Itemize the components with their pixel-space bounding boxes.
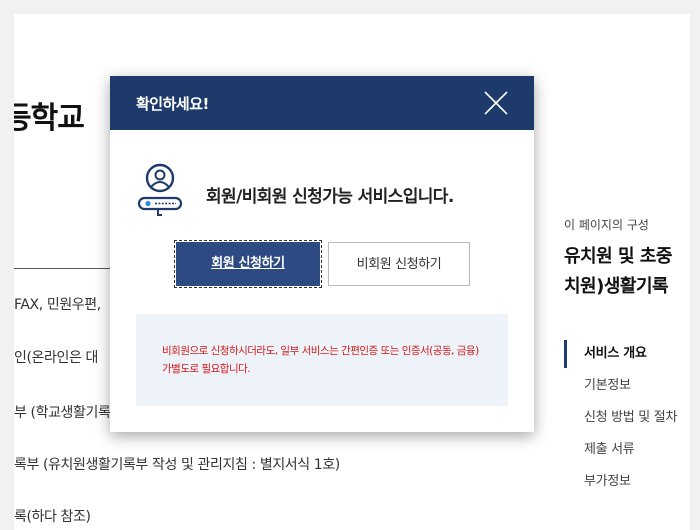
toc-heading-line: 치원)생활기록	[564, 276, 669, 297]
nonmember-apply-button[interactable]: 비회원 신청하기	[328, 242, 470, 286]
confirm-modal: 확인하세요! 회원/비회원 신청가능 서비스입니다. 회원 신청하기 비회원 신…	[110, 76, 534, 432]
toc-item-basic-info[interactable]: 기본정보	[562, 370, 690, 402]
modal-message: 회원/비회원 신청가능 서비스입니다.	[206, 187, 454, 207]
content-line: FAX, 민원우편,	[14, 297, 101, 313]
notice-text: 가별도로 필요합니다.	[162, 363, 251, 375]
modal-header: 확인하세요!	[110, 76, 534, 130]
toc-item-required-documents[interactable]: 제출 서류	[562, 434, 690, 466]
notice-box: 비회원으로 신청하시더라도, 일부 서비스는 간편인증 또는 인증서(공동, 금…	[136, 314, 508, 406]
toc-heading-line: 유치원 및 초중	[564, 246, 672, 267]
close-icon	[484, 91, 508, 115]
content-line: 록부 (유치원생활기록부 작성 및 관리지침 : 별지서식 1호)	[14, 457, 340, 473]
toc-heading: 유치원 및 초중 치원)생활기록	[564, 242, 672, 302]
notice-text: 비회원으로 신청하시더라도, 일부 서비스는 간편인증 또는 인증서(공동, 금…	[162, 345, 479, 357]
close-button[interactable]	[482, 89, 510, 117]
toc-item-service-overview[interactable]: 서비스 개요	[562, 338, 690, 370]
content-divider	[14, 268, 124, 269]
modal-title: 확인하세요!	[136, 95, 209, 113]
content-line: 록(하다 참조)	[14, 509, 91, 525]
toc-list: 서비스 개요 기본정보 신청 방법 및 절차 제출 서류 부가정보	[562, 338, 690, 498]
toc-caption: 이 페이지의 구성	[564, 218, 649, 232]
toc-item-application-method[interactable]: 신청 방법 및 절차	[562, 402, 690, 434]
page-title: 등학교	[14, 101, 85, 136]
content-line: 부 (학교생활기록	[14, 405, 111, 421]
toc-item-additional-info[interactable]: 부가정보	[562, 466, 690, 498]
user-id-card-icon	[137, 163, 183, 216]
member-apply-button[interactable]: 회원 신청하기	[174, 240, 322, 288]
content-line: 인(온라인은 대	[14, 350, 98, 366]
